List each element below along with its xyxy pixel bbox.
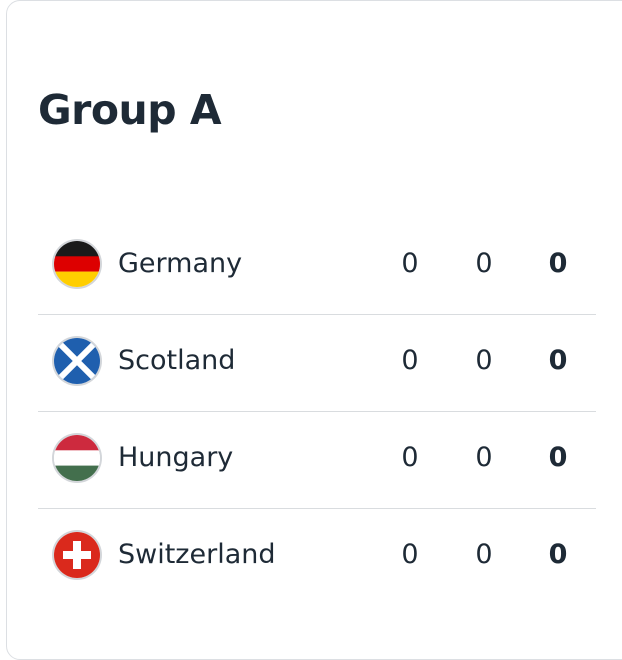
stat-col-3: 0: [548, 248, 568, 279]
team-name: Hungary: [118, 442, 234, 473]
stat-col-2: 0: [475, 539, 493, 570]
stat-col-3: 0: [548, 345, 568, 376]
stat-col-1: 0: [401, 539, 419, 570]
team-row-hungary[interactable]: Hungary 0 0 0: [38, 412, 596, 509]
stat-col-1: 0: [401, 442, 419, 473]
stat-col-2: 0: [475, 442, 493, 473]
team-row-switzerland[interactable]: Switzerland 0 0 0: [38, 509, 596, 605]
stat-col-3: 0: [548, 539, 568, 570]
stat-col-3: 0: [548, 442, 568, 473]
group-title: Group A: [38, 86, 222, 134]
team-name: Germany: [118, 248, 243, 279]
hungary-flag-icon: [54, 435, 100, 481]
germany-flag-icon: [54, 241, 100, 287]
stat-col-1: 0: [401, 345, 419, 376]
switzerland-flag-icon: [54, 532, 100, 578]
stat-col-2: 0: [475, 345, 493, 376]
team-name: Scotland: [118, 345, 236, 376]
stat-col-1: 0: [401, 248, 419, 279]
stat-col-2: 0: [475, 248, 493, 279]
team-row-germany[interactable]: Germany 0 0 0: [38, 218, 596, 315]
standings-table: Germany 0 0 0 Scotland 0 0 0 Hungary 0 0: [38, 218, 596, 605]
scotland-flag-icon: [54, 338, 100, 384]
team-row-scotland[interactable]: Scotland 0 0 0: [38, 315, 596, 412]
team-name: Switzerland: [118, 539, 276, 570]
